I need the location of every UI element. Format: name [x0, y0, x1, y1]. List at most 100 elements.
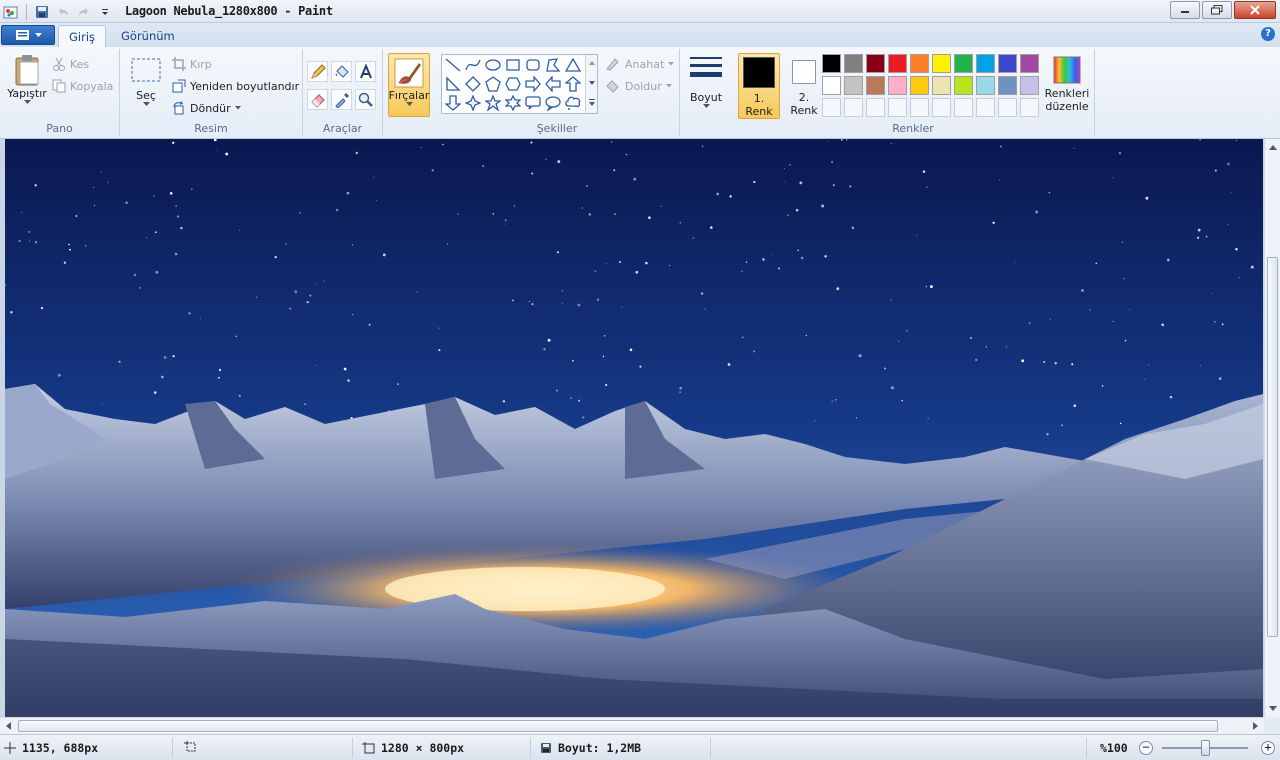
- chevron-down-icon: [665, 84, 672, 88]
- custom-color-slot[interactable]: [822, 98, 841, 117]
- palette-swatch[interactable]: [888, 54, 907, 73]
- horizontal-scrollbar[interactable]: [0, 717, 1264, 734]
- palette-swatch[interactable]: [910, 76, 929, 95]
- right-triangle-shape-icon[interactable]: [444, 75, 462, 93]
- outline-button[interactable]: Anahat: [605, 57, 675, 71]
- file-size-text: Boyut: 1,2MB: [558, 741, 642, 755]
- cut-button[interactable]: Kes: [52, 57, 89, 71]
- customize-toolbar-icon[interactable]: [96, 3, 114, 21]
- color1-button[interactable]: 1. Renk: [738, 53, 780, 119]
- color2-button[interactable]: 2. Renk: [784, 56, 824, 117]
- polygon-shape-icon[interactable]: [544, 56, 562, 74]
- palette-swatch[interactable]: [998, 76, 1017, 95]
- copy-button[interactable]: Kopyala: [52, 79, 113, 93]
- palette-swatch[interactable]: [910, 54, 929, 73]
- minimize-button[interactable]: [1170, 1, 1200, 19]
- pencil-icon[interactable]: [307, 61, 328, 82]
- color-picker-icon[interactable]: [331, 89, 352, 110]
- app-menu-button[interactable]: [1, 25, 55, 45]
- paste-button[interactable]: Yapıştır: [6, 53, 48, 105]
- rounded-callout-shape-icon[interactable]: [524, 94, 542, 112]
- edit-colors-button[interactable]: Renkleri düzenle: [1042, 55, 1092, 113]
- crop-button[interactable]: Kırp: [172, 57, 212, 71]
- palette-swatch[interactable]: [954, 76, 973, 95]
- custom-color-slot[interactable]: [866, 98, 885, 117]
- paint-app-icon[interactable]: [2, 3, 20, 21]
- fill-button[interactable]: Doldur: [605, 79, 672, 93]
- palette-swatch[interactable]: [844, 54, 863, 73]
- close-button[interactable]: [1234, 1, 1276, 19]
- palette-swatch[interactable]: [932, 76, 951, 95]
- down-arrow-shape-icon[interactable]: [444, 94, 462, 112]
- select-button[interactable]: Seç: [128, 57, 164, 107]
- oval-shape-icon[interactable]: [484, 56, 502, 74]
- custom-color-slot[interactable]: [998, 98, 1017, 117]
- crop-icon: [172, 57, 186, 71]
- rotate-button[interactable]: Döndür: [172, 101, 241, 115]
- resize-button[interactable]: Yeniden boyutlandır: [172, 79, 299, 93]
- tab-home[interactable]: Giriş: [58, 25, 107, 47]
- oval-callout-shape-icon[interactable]: [544, 94, 562, 112]
- custom-color-slot[interactable]: [954, 98, 973, 117]
- scroll-up-icon: [1269, 145, 1277, 150]
- undo-icon[interactable]: [54, 3, 72, 21]
- help-icon[interactable]: ?: [1261, 27, 1275, 41]
- custom-color-slot[interactable]: [888, 98, 907, 117]
- restore-button[interactable]: [1202, 1, 1232, 19]
- up-arrow-shape-icon[interactable]: [564, 75, 582, 93]
- chevron-down-icon: [23, 100, 31, 104]
- custom-color-slot[interactable]: [910, 98, 929, 117]
- save-icon[interactable]: [33, 3, 51, 21]
- shapes-gallery-scroll[interactable]: [585, 55, 597, 113]
- tab-view[interactable]: Görünüm: [111, 25, 185, 47]
- left-arrow-shape-icon[interactable]: [544, 75, 562, 93]
- group-clipboard: Yapıştır Kes Kopyala Pano: [0, 49, 120, 137]
- palette-swatch[interactable]: [822, 54, 841, 73]
- palette-swatch[interactable]: [888, 76, 907, 95]
- custom-color-slot[interactable]: [844, 98, 863, 117]
- custom-color-slot[interactable]: [976, 98, 995, 117]
- zoom-in-button[interactable]: +: [1261, 741, 1275, 755]
- redo-icon[interactable]: [75, 3, 93, 21]
- canvas-image[interactable]: [5, 139, 1263, 717]
- palette-swatch[interactable]: [866, 54, 885, 73]
- palette-swatch[interactable]: [976, 54, 995, 73]
- custom-color-slot[interactable]: [1020, 98, 1039, 117]
- magnifier-icon[interactable]: [355, 89, 376, 110]
- vertical-scrollbar[interactable]: [1264, 139, 1280, 717]
- horizontal-scroll-thumb[interactable]: [18, 720, 1218, 732]
- palette-swatch[interactable]: [822, 76, 841, 95]
- right-arrow-shape-icon[interactable]: [524, 75, 542, 93]
- line-shape-icon[interactable]: [444, 56, 462, 74]
- hexagon-shape-icon[interactable]: [504, 75, 522, 93]
- palette-swatch[interactable]: [998, 54, 1017, 73]
- palette-swatch[interactable]: [866, 76, 885, 95]
- vertical-scroll-thumb[interactable]: [1267, 257, 1278, 637]
- rounded-rectangle-shape-icon[interactable]: [524, 56, 542, 74]
- size-button[interactable]: Boyut: [686, 55, 726, 109]
- palette-swatch[interactable]: [1020, 54, 1039, 73]
- palette-swatch[interactable]: [844, 76, 863, 95]
- palette-swatch[interactable]: [932, 54, 951, 73]
- resize-label: Yeniden boyutlandır: [190, 79, 300, 93]
- outline-brush-icon: [606, 58, 619, 71]
- zoom-slider-thumb[interactable]: [1200, 740, 1210, 756]
- cloud-callout-shape-icon[interactable]: [564, 94, 582, 112]
- brushes-button[interactable]: Fırçalar: [388, 53, 430, 117]
- rectangle-shape-icon[interactable]: [504, 56, 522, 74]
- four-point-star-shape-icon[interactable]: [464, 94, 482, 112]
- fill-bucket-icon[interactable]: [331, 61, 352, 82]
- pentagon-shape-icon[interactable]: [484, 75, 502, 93]
- palette-swatch[interactable]: [976, 76, 995, 95]
- palette-swatch[interactable]: [1020, 76, 1039, 95]
- eraser-icon[interactable]: [307, 89, 328, 110]
- triangle-shape-icon[interactable]: [564, 56, 582, 74]
- diamond-shape-icon[interactable]: [464, 75, 482, 93]
- five-point-star-shape-icon[interactable]: [484, 94, 502, 112]
- curve-shape-icon[interactable]: [464, 56, 482, 74]
- text-tool-icon[interactable]: [355, 61, 376, 82]
- custom-color-slot[interactable]: [932, 98, 951, 117]
- zoom-out-button[interactable]: −: [1139, 741, 1153, 755]
- six-point-star-shape-icon[interactable]: [504, 94, 522, 112]
- palette-swatch[interactable]: [954, 54, 973, 73]
